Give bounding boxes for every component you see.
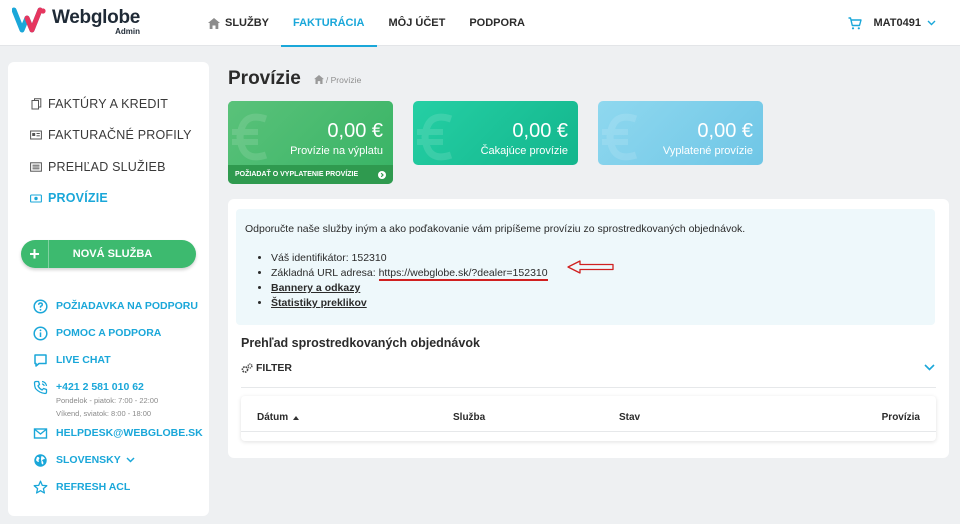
username: MAT0491 (873, 17, 921, 29)
hours-weekday: Pondelok - piatok: 7:00 - 22:00 (56, 396, 159, 405)
nav-label: PODPORA (469, 17, 525, 29)
info-circle-icon (33, 326, 48, 341)
orders-table: Dátum Služba Stav Provízia (241, 396, 936, 441)
banners-link[interactable]: Bannery a odkazy (271, 282, 360, 294)
helpdesk-email-label: HELPDESK@WEBGLOBE.SK (56, 427, 203, 439)
sidebar-item-commissions[interactable]: PROVÍZIE (30, 183, 192, 215)
referral-intro: Odporučte naše služby iným a ako poďakov… (245, 223, 746, 235)
nav-item-account[interactable]: MÔJ ÚČET (377, 0, 458, 46)
sidebar-item-label: PREHĽAD SLUŽIEB (48, 159, 166, 174)
euro-watermark-icon (232, 113, 268, 161)
live-chat-label: LIVE CHAT (56, 354, 111, 366)
sidebar-item-label: PROVÍZIE (48, 191, 108, 206)
brand-name: Webglobe (52, 7, 141, 28)
webglobe-logo-icon (12, 7, 46, 33)
nav-item-services[interactable]: SLUŽBY (196, 0, 281, 46)
chevron-down-icon (927, 20, 936, 26)
support-ticket-label: POŽIADAVKA NA PODPORU (56, 300, 198, 312)
home-icon (208, 17, 220, 29)
paid-commission-card: 0,00 € Vyplatené provízie (598, 101, 763, 165)
new-service-button[interactable]: + NOVÁ SLUŽBA (21, 240, 196, 268)
orders-title: Prehľad sprostredkovaných objednávok (241, 336, 480, 350)
chevron-down-icon (126, 457, 135, 463)
click-stats-link[interactable]: Štatistiky preklikov (271, 297, 367, 309)
referral-info-box: Odporučte naše služby iným a ako poďakov… (236, 209, 935, 325)
sidebar-menu: FAKTÚRY A KREDIT FAKTURAČNÉ PROFILY PREH… (30, 88, 192, 214)
nav-label: MÔJ ÚČET (388, 17, 446, 29)
money-icon (30, 192, 42, 204)
request-payout-button[interactable]: POŽIADAŤ O VYPLATENIE PROVÍZIE (228, 165, 393, 184)
sidebar-item-billing-profiles[interactable]: FAKTURAČNÉ PROFILY (30, 120, 192, 152)
page-header: Provízie / Provízie (228, 68, 361, 90)
nav-label: FAKTURÁCIA (293, 17, 365, 29)
stats-item: Štatistiky preklikov (271, 296, 935, 311)
support-links: POŽIADAVKA NA PODPORU POMOC A PODPORA LI… (33, 299, 203, 508)
divider (241, 387, 936, 388)
red-arrow-annotation (567, 260, 614, 274)
star-icon (33, 480, 48, 494)
plus-icon: + (21, 240, 49, 268)
helpdesk-email-link[interactable]: HELPDESK@WEBGLOBE.SK (33, 427, 203, 454)
question-circle-icon (33, 299, 48, 314)
globe-icon (34, 454, 47, 467)
column-header-commission[interactable]: Provízia (882, 412, 920, 423)
sidebar-item-label: FAKTURAČNÉ PROFILY (48, 128, 192, 143)
base-url-label: Základná URL adresa: (271, 267, 376, 279)
referral-url-link[interactable]: https://webglobe.sk/?dealer=152310 (378, 267, 548, 281)
sidebar-item-invoices[interactable]: FAKTÚRY A KREDIT (30, 88, 192, 120)
phone-link[interactable]: +421 2 581 010 62 Pondelok - piatok: 7:0… (33, 380, 203, 427)
home-icon[interactable] (313, 75, 324, 84)
sidebar-item-services-overview[interactable]: PREHĽAD SLUŽIEB (30, 151, 192, 183)
phone-icon (33, 380, 48, 395)
webglobe-logo[interactable]: Webglobe Admin (12, 7, 140, 36)
language-selector[interactable]: SLOVENSKY (33, 454, 203, 481)
support-ticket-link[interactable]: POŽIADAVKA NA PODPORU (33, 299, 203, 327)
breadcrumb: / Provízie (313, 74, 362, 85)
documents-icon (30, 98, 42, 110)
sidebar: FAKTÚRY A KREDIT FAKTURAČNÉ PROFILY PREH… (8, 62, 209, 516)
nav-label: SLUŽBY (225, 17, 269, 29)
pending-commission-card: 0,00 € Čakajúce provízie (413, 101, 578, 165)
page-title: Provízie (228, 68, 301, 89)
refresh-acl-link[interactable]: REFRESH ACL (33, 480, 203, 508)
chevron-down-icon[interactable] (924, 364, 935, 371)
help-link[interactable]: POMOC A PODPORA (33, 326, 203, 354)
top-navigation: Webglobe Admin SLUŽBY FAKTURÁCIA MÔJ ÚČE… (0, 0, 960, 47)
new-service-label: NOVÁ SLUŽBA (72, 248, 153, 260)
refresh-acl-label: REFRESH ACL (56, 481, 131, 493)
filter-toggle[interactable]: FILTER (241, 362, 292, 374)
euro-watermark-icon (602, 113, 638, 161)
id-card-icon (30, 129, 42, 141)
request-payout-label: POŽIADAŤ O VYPLATENIE PROVÍZIE (235, 171, 359, 178)
hours-weekend: Víkend, sviatok: 8:00 - 18:00 (56, 409, 152, 418)
chat-bubble-icon (34, 354, 47, 367)
commission-payable-card: 0,00 € Provízie na výplatu POŽIADAŤ O VY… (228, 101, 393, 184)
cart-icon[interactable] (848, 16, 862, 30)
sidebar-item-label: FAKTÚRY A KREDIT (48, 96, 169, 111)
gears-icon (241, 362, 253, 373)
table-header-divider (241, 431, 936, 432)
banners-item: Bannery a odkazy (271, 281, 935, 296)
filter-label: FILTER (256, 362, 292, 374)
envelope-icon (33, 428, 48, 439)
phone-number: +421 2 581 010 62 (56, 381, 144, 393)
help-label: POMOC A PODPORA (56, 327, 162, 339)
list-icon (30, 161, 42, 173)
commissions-panel: Odporučte naše služby iným a ako poďakov… (228, 199, 949, 458)
nav-item-support[interactable]: PODPORA (457, 0, 537, 46)
chevron-right-circle-icon (378, 170, 386, 179)
breadcrumb-current: / Provízie (325, 74, 362, 85)
sort-ascending-icon (292, 416, 299, 420)
language-label: SLOVENSKY (56, 454, 121, 466)
nav-item-billing[interactable]: FAKTURÁCIA (281, 0, 377, 47)
euro-watermark-icon (417, 113, 453, 161)
column-header-date[interactable]: Dátum (257, 412, 299, 423)
column-header-service[interactable]: Služba (453, 412, 485, 423)
live-chat-link[interactable]: LIVE CHAT (33, 354, 203, 381)
main-nav: SLUŽBY FAKTURÁCIA MÔJ ÚČET PODPORA (196, 0, 537, 47)
column-header-status[interactable]: Stav (619, 412, 640, 423)
user-menu[interactable]: MAT0491 (848, 0, 936, 46)
